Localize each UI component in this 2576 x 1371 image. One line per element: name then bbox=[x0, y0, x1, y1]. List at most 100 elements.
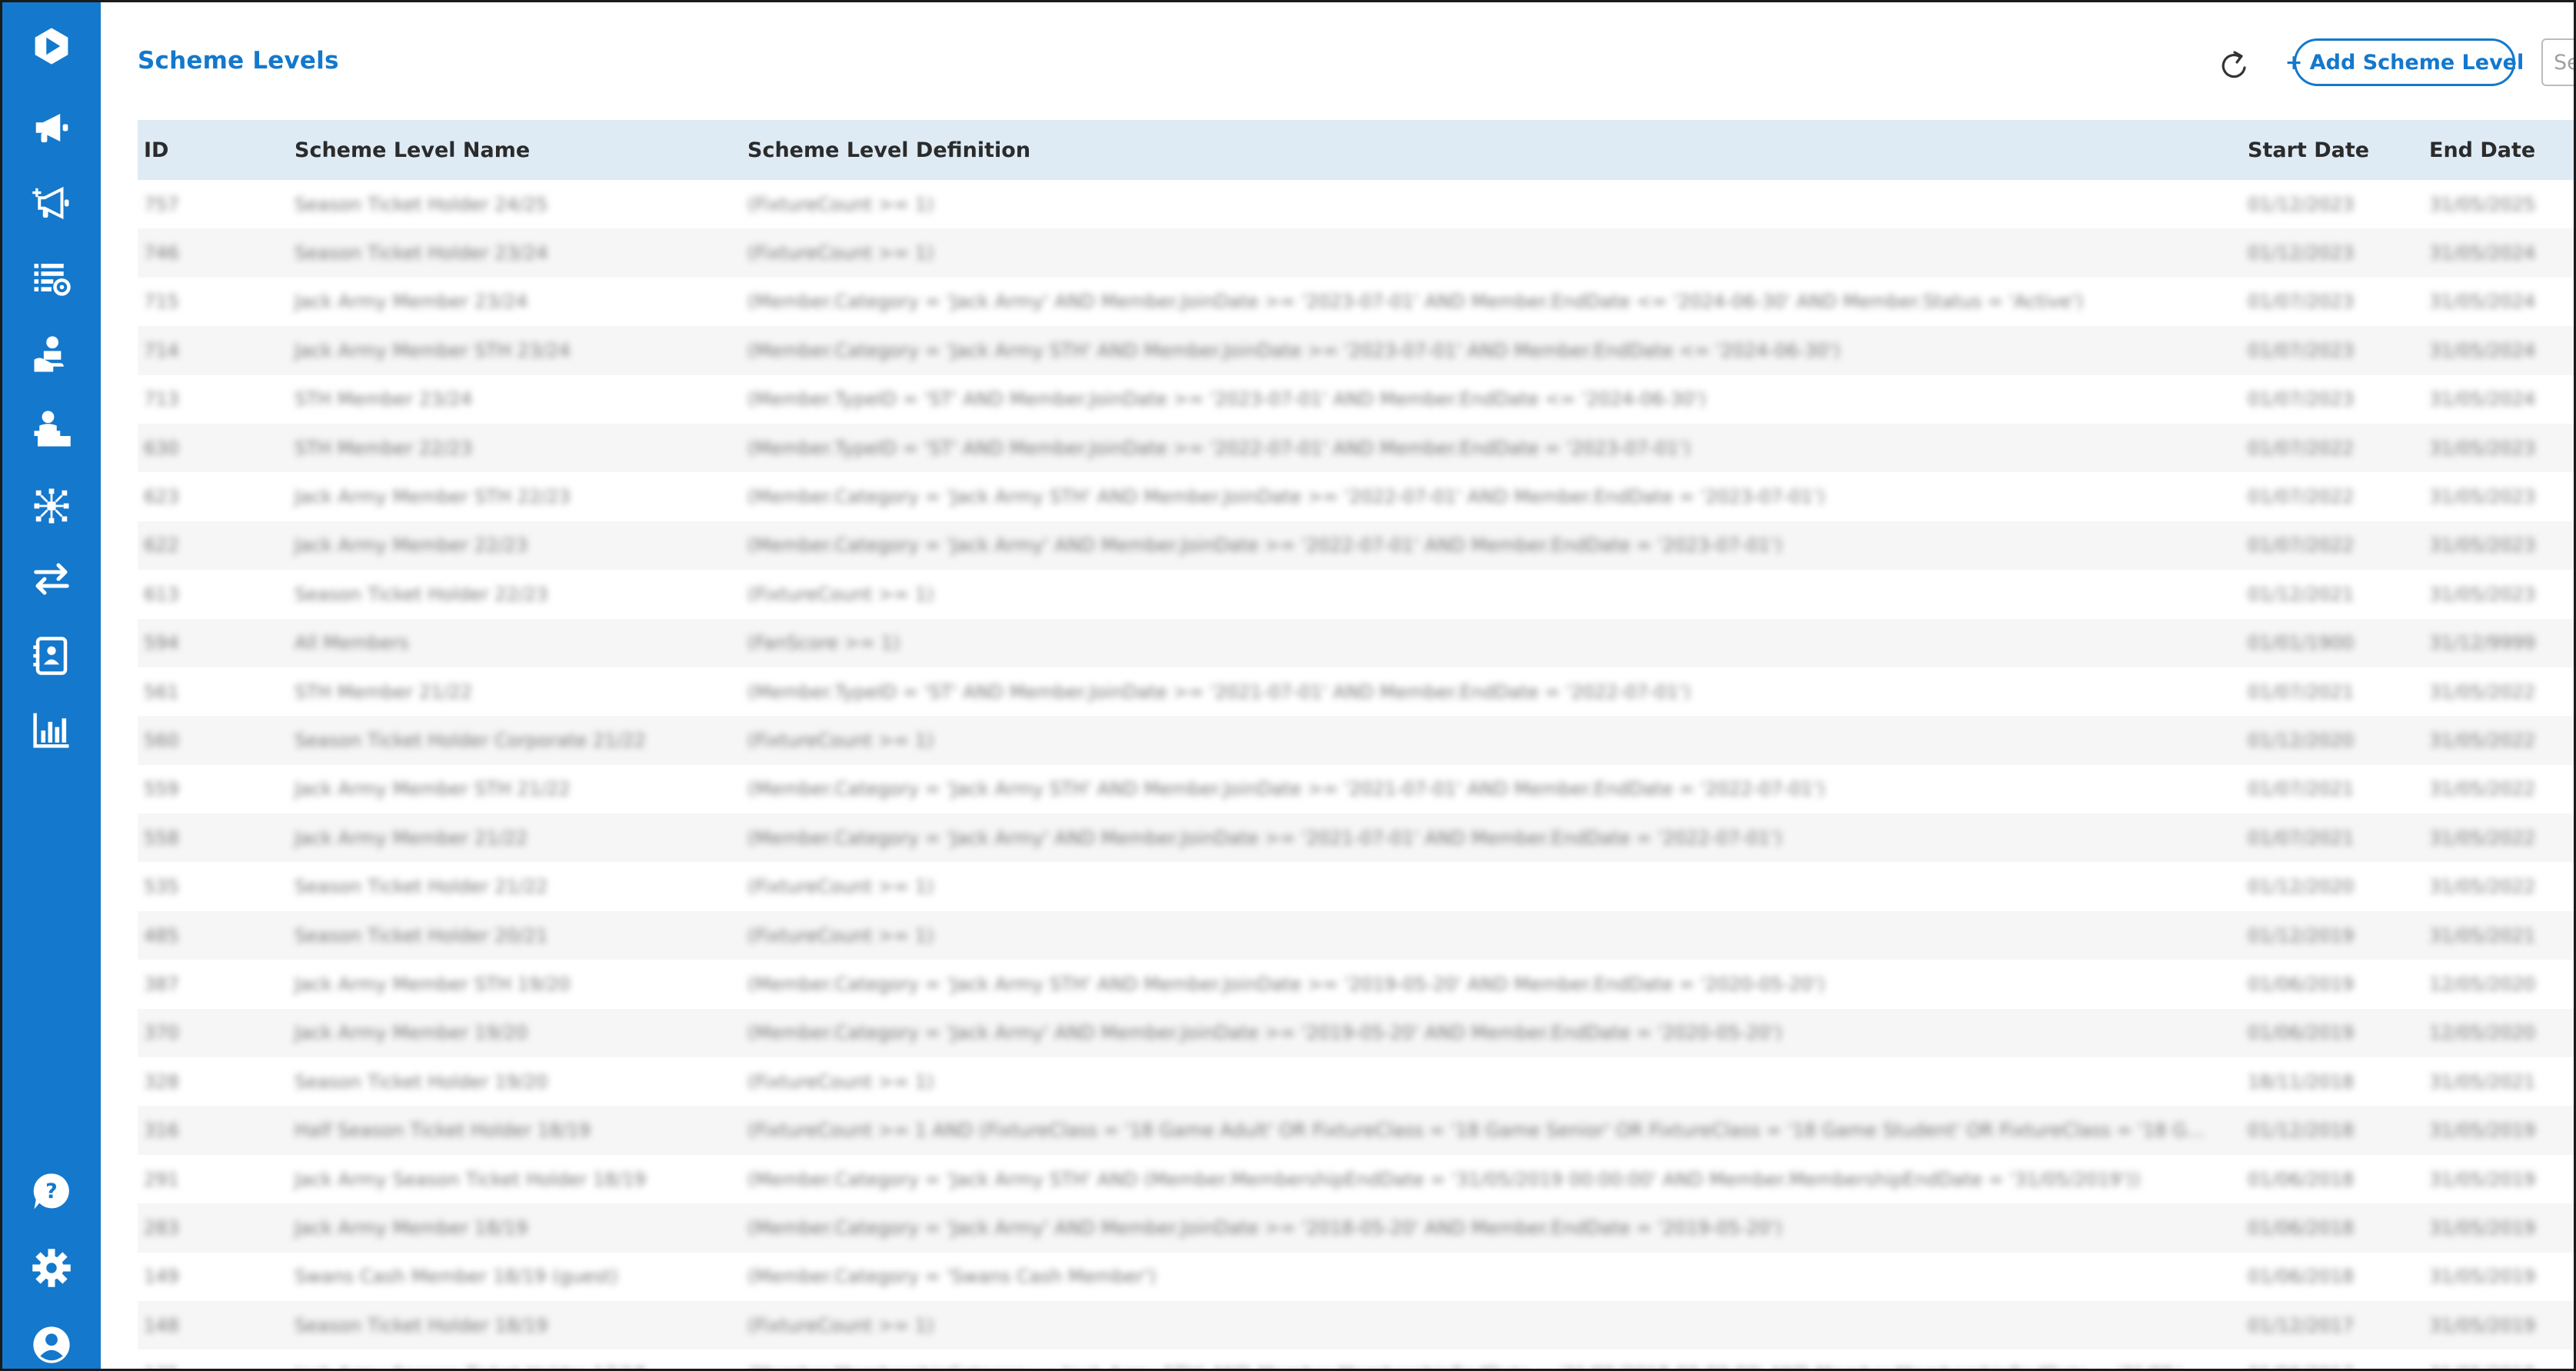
table-row[interactable]: 613 Season Ticket Holder 22/23 (FixtureCou… bbox=[138, 570, 2574, 619]
cell-name: Season Ticket Holder 22/23 bbox=[295, 583, 548, 605]
table-row[interactable]: 559 Jack Army Member STH 21/22 (Member.Cat… bbox=[138, 764, 2574, 814]
cell-id: 746 bbox=[144, 242, 179, 265]
cell-id: 560 bbox=[144, 729, 179, 751]
sidebar-item-scheme-settings[interactable] bbox=[2, 248, 101, 307]
cell-end-date: 31/05/2022 bbox=[2429, 681, 2536, 703]
cell-definition: (Member.Category = 'Jack Army STH' AND M… bbox=[747, 973, 1825, 995]
cell-definition: (Member.Category = 'Jack Army' AND Membe… bbox=[747, 1022, 1782, 1044]
column-header-definition[interactable]: Scheme Level Definition bbox=[741, 138, 2242, 162]
table-row[interactable]: 148 Season Ticket Holder 18/19 (FixtureCou… bbox=[138, 1300, 2574, 1350]
table-row[interactable]: 370 Jack Army Member 19/20 (Member.Categor… bbox=[138, 1008, 2574, 1058]
table-row[interactable]: 291 Jack Army Season Ticket Holder 18/19 (… bbox=[138, 1154, 2574, 1204]
cell-start-date: 18/11/2018 bbox=[2248, 1070, 2355, 1093]
user-desk-icon bbox=[34, 411, 71, 447]
sidebar-item-account[interactable] bbox=[2, 1316, 101, 1369]
cell-name: Season Ticket Holder 23/24 bbox=[295, 242, 548, 265]
megaphone-plus-icon bbox=[32, 186, 69, 220]
table-row[interactable]: 535 Season Ticket Holder 21/22 (FixtureCou… bbox=[138, 862, 2574, 911]
cell-name: All Members bbox=[295, 632, 409, 654]
cell-start-date: 01/06/2018 bbox=[2248, 1168, 2355, 1190]
table-row[interactable]: 283 Jack Army Member 18/19 (Member.Categor… bbox=[138, 1203, 2574, 1253]
cell-id: 630 bbox=[144, 437, 179, 459]
cell-name: Jack Army Member STH 23/24 bbox=[295, 339, 571, 361]
table-row[interactable]: 594 All Members (FanScore >= 1) 01/01/1900 3… bbox=[138, 618, 2574, 667]
cell-start-date: 01/12/2019 bbox=[2248, 924, 2355, 947]
cell-name: Jack Army Member 18/19 bbox=[295, 1216, 528, 1239]
cell-name: Season Ticket Holder 18/19 bbox=[295, 1314, 548, 1336]
table-row[interactable]: 485 Season Ticket Holder 20/21 (FixtureCou… bbox=[138, 910, 2574, 960]
table-row[interactable]: 560 Season Ticket Holder Corporate 21/22 (… bbox=[138, 716, 2574, 765]
cell-end-date: 31/05/2019 bbox=[2429, 1168, 2536, 1190]
cell-definition: (FixtureCount >= 1 AND (FixtureClass = '… bbox=[747, 1120, 2242, 1142]
table-row[interactable]: 714 Jack Army Member STH 23/24 (Member.Cat… bbox=[138, 326, 2574, 375]
cell-end-date: 31/05/2025 bbox=[2429, 193, 2536, 215]
cell-id: 316 bbox=[144, 1120, 179, 1142]
cell-start-date: 01/12/2017 bbox=[2248, 1314, 2355, 1336]
cell-end-date: 31/05/2023 bbox=[2429, 486, 2536, 508]
main-content: Scheme Levels + Add Scheme Level ID Sche… bbox=[101, 2, 2574, 1369]
cell-name: Season Ticket Holder 19/20 bbox=[295, 1070, 548, 1093]
sidebar-item-members[interactable] bbox=[2, 400, 101, 458]
cell-name: Jack Army Member STH 19/20 bbox=[295, 973, 571, 995]
table-row[interactable]: 316 Half Season Ticket Holder 18/19 (Fixtu… bbox=[138, 1106, 2574, 1155]
cell-name: Jack Army Member 19/20 bbox=[295, 1022, 528, 1044]
sidebar-item-network[interactable] bbox=[2, 477, 101, 535]
cell-id: 387 bbox=[144, 973, 179, 995]
cell-id: 714 bbox=[144, 339, 179, 361]
cell-id: 283 bbox=[144, 1216, 179, 1239]
column-header-start-date[interactable]: Start Date bbox=[2242, 138, 2423, 162]
table-row[interactable]: 561 STH Member 21/22 (Member.TypeID = 'ST'… bbox=[138, 667, 2574, 717]
table-row[interactable]: 757 Season Ticket Holder 24/25 (FixtureCou… bbox=[138, 180, 2574, 229]
table-row[interactable]: 387 Jack Army Member STH 19/20 (Member.Cat… bbox=[138, 960, 2574, 1009]
cell-end-date: 31/05/2021 bbox=[2429, 1070, 2536, 1093]
column-header-end-date[interactable]: End Date bbox=[2423, 138, 2574, 162]
cell-id: 370 bbox=[144, 1022, 179, 1044]
cell-definition: (Member.Category = 'Jack Army STH' AND M… bbox=[747, 778, 1825, 800]
sidebar-item-reports[interactable] bbox=[2, 701, 101, 760]
cell-name: Season Ticket Holder 24/25 bbox=[295, 193, 548, 215]
cell-end-date: 31/05/2022 bbox=[2429, 827, 2536, 849]
sidebar-item-transfers[interactable] bbox=[2, 550, 101, 608]
gear-icon bbox=[32, 1249, 71, 1287]
cell-name: Season Ticket Holder 21/22 bbox=[295, 876, 548, 898]
sidebar-item-settings[interactable] bbox=[2, 1239, 101, 1297]
sidebar-item-add-campaign[interactable] bbox=[2, 174, 101, 232]
column-header-id[interactable]: ID bbox=[138, 138, 288, 162]
cell-name: Jack Army Member STH 22/23 bbox=[295, 486, 571, 508]
search-input[interactable] bbox=[2541, 38, 2574, 86]
cell-definition: (FixtureCount >= 1) bbox=[747, 1070, 934, 1093]
cell-definition: (Member.Category = 'Jack Army' AND Membe… bbox=[747, 291, 2084, 313]
sidebar-item-fans[interactable] bbox=[2, 325, 101, 384]
table-row[interactable]: 746 Season Ticket Holder 23/24 (FixtureCou… bbox=[138, 228, 2574, 278]
page-title: Scheme Levels bbox=[138, 47, 339, 75]
logo-icon bbox=[35, 28, 68, 65]
table-row[interactable]: 558 Jack Army Member 21/22 (Member.Categor… bbox=[138, 814, 2574, 863]
cell-id: 715 bbox=[144, 291, 179, 313]
table-row[interactable]: 630 STH Member 22/23 (Member.TypeID = 'ST'… bbox=[138, 423, 2574, 473]
table-row[interactable]: 622 Jack Army Member 22/23 (Member.Categor… bbox=[138, 521, 2574, 571]
user-account-icon bbox=[33, 1326, 70, 1363]
cell-end-date: 31/05/2024 bbox=[2429, 291, 2536, 313]
sidebar-item-campaigns[interactable] bbox=[2, 98, 101, 157]
cell-start-date: 01/07/2023 bbox=[2248, 388, 2355, 411]
cell-definition: (Member.Category = 'Jack Army' AND Membe… bbox=[747, 827, 1782, 849]
cell-id: 558 bbox=[144, 827, 179, 849]
column-header-name[interactable]: Scheme Level Name bbox=[288, 138, 741, 162]
table-row[interactable]: 328 Season Ticket Holder 19/20 (FixtureCou… bbox=[138, 1057, 2574, 1106]
cell-end-date: 31/05/2019 bbox=[2429, 1216, 2536, 1239]
table-row[interactable]: 135Jack Army Season Ticket Holder 17/18(… bbox=[138, 1349, 2574, 1369]
table-row[interactable]: 715 Jack Army Member 23/24 (Member.Categor… bbox=[138, 277, 2574, 327]
cell-id: 291 bbox=[144, 1168, 179, 1190]
table-row[interactable]: 623 Jack Army Member STH 22/23 (Member.Cat… bbox=[138, 472, 2574, 521]
table-row[interactable]: 713 STH Member 23/24 (Member.TypeID = 'ST'… bbox=[138, 374, 2574, 424]
table-row[interactable]: 149 Swans Cash Member 18/19 (guest) (Membe… bbox=[138, 1252, 2574, 1301]
add-scheme-level-button[interactable]: + Add Scheme Level bbox=[2285, 38, 2524, 86]
cell-start-date: 01/12/2021 bbox=[2248, 583, 2355, 605]
sidebar-item-help[interactable]: ? bbox=[2, 1163, 101, 1221]
cell-id: 535 bbox=[144, 876, 179, 898]
transfer-arrows-icon bbox=[34, 563, 69, 595]
sidebar-logo[interactable] bbox=[2, 17, 101, 75]
sidebar-item-contacts[interactable] bbox=[2, 627, 101, 685]
scheme-levels-table: ID Scheme Level Name Scheme Level Defini… bbox=[138, 120, 2574, 1369]
refresh-button[interactable] bbox=[2212, 44, 2256, 88]
